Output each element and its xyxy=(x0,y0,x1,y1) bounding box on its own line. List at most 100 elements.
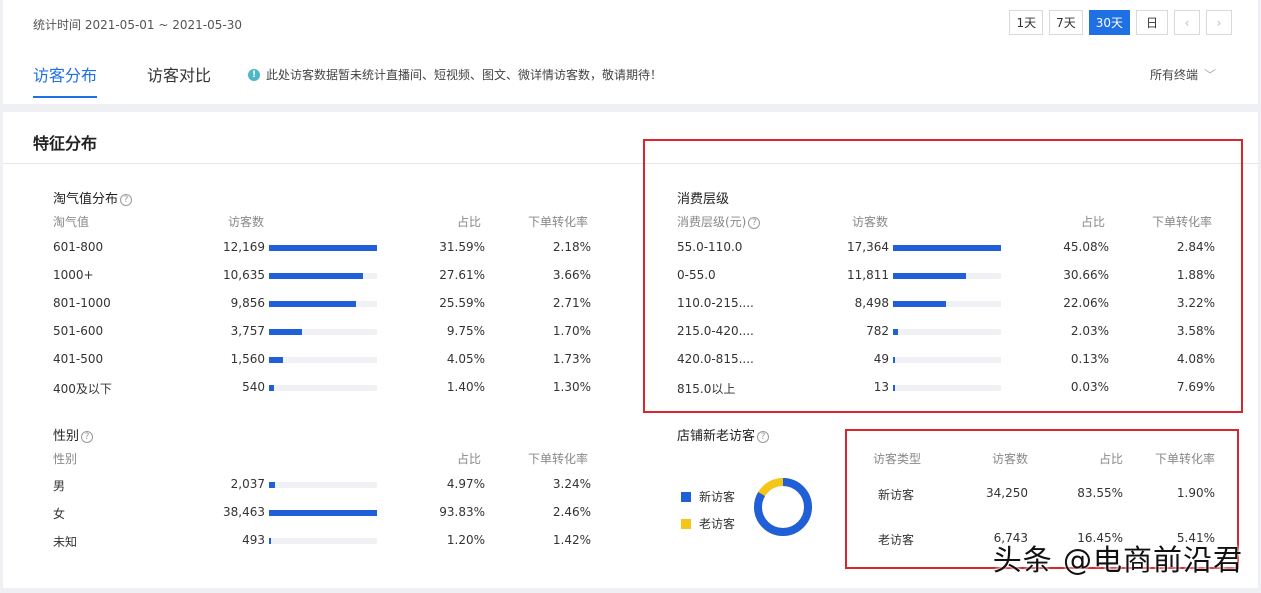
row-label: 男 xyxy=(53,477,65,494)
legend-old: 老访客 xyxy=(681,515,735,532)
chevron-left-icon[interactable]: ‹ xyxy=(1174,10,1200,35)
range-button-group: 1天 7天 30天 日 ‹ › xyxy=(1009,10,1232,35)
col-header: 下单转化率 xyxy=(1148,450,1215,467)
visitor-bar xyxy=(269,273,363,279)
legend-new: 新访客 xyxy=(681,488,735,505)
range-30day-button[interactable]: 30天 xyxy=(1089,10,1130,35)
conversion-rate: 3.22% xyxy=(1147,296,1215,310)
gender-header: 性别 占比 下单转化率 xyxy=(53,450,593,466)
conversion-rate: 4.08% xyxy=(1147,352,1215,366)
visitor-bar xyxy=(269,385,274,391)
chevron-down-icon: ﹀ xyxy=(1204,68,1216,82)
visitor-type: 新访客 xyxy=(878,486,914,503)
info-icon: ! xyxy=(248,69,260,81)
visitor-bar-track xyxy=(893,245,1001,251)
visitor-share: 83.55% xyxy=(1058,486,1123,500)
visitor-bar-track xyxy=(269,482,377,488)
col-header: 下单转化率 xyxy=(523,213,588,230)
visitor-count: 10,635 xyxy=(193,268,265,282)
table-row: 601-80012,16931.59%2.18% xyxy=(53,240,593,256)
table-row: 女38,46393.83%2.46% xyxy=(53,505,593,521)
table-row: 110.0-215....8,49822.06%3.22% xyxy=(677,296,1217,312)
conversion-rate: 2.46% xyxy=(523,505,591,519)
table-row: 401-5001,5604.05%1.73% xyxy=(53,352,593,368)
visitor-bar-track xyxy=(893,273,1001,279)
col-header: 占比 xyxy=(431,213,481,230)
visitor-bar xyxy=(269,245,377,251)
visitor-bar-track xyxy=(269,538,377,544)
col-header: 访客类型 xyxy=(873,450,921,467)
watermark: 头条 @电商前沿君 xyxy=(993,537,1243,579)
legend-swatch xyxy=(681,519,691,529)
range-1day-button[interactable]: 1天 xyxy=(1009,10,1043,35)
visitor-count: 493 xyxy=(193,533,265,547)
col-header: 淘气值 xyxy=(53,213,89,230)
tab-visitor-distribution[interactable]: 访客分布 xyxy=(33,62,97,98)
visitor-share: 45.08% xyxy=(1045,240,1109,254)
row-label: 110.0-215.... xyxy=(677,296,754,310)
help-icon[interactable]: ? xyxy=(748,217,760,229)
new-old-title: 店铺新老访客? xyxy=(677,425,769,444)
gender-title-text: 性别 xyxy=(53,429,79,444)
table-row: 400及以下5401.40%1.30% xyxy=(53,380,593,396)
visitor-share: 4.05% xyxy=(421,352,485,366)
row-label: 215.0-420.... xyxy=(677,324,754,338)
conversion-rate: 1.88% xyxy=(1147,268,1215,282)
visitor-count: 782 xyxy=(817,324,889,338)
visitor-bar xyxy=(893,385,895,391)
help-icon[interactable]: ? xyxy=(81,431,93,443)
row-label: 420.0-815.... xyxy=(677,352,754,366)
help-icon[interactable]: ? xyxy=(757,431,769,443)
row-label: 801-1000 xyxy=(53,296,111,310)
visitor-count: 2,037 xyxy=(193,477,265,491)
visitor-count: 17,364 xyxy=(817,240,889,254)
table-row: 420.0-815....490.13%4.08% xyxy=(677,352,1217,368)
visitor-count: 1,560 xyxy=(193,352,265,366)
table-row: 501-600 3,757 9.75% 1.70% xyxy=(53,324,593,340)
conversion-rate: 1.70% xyxy=(523,324,591,338)
tab-visitor-comparison[interactable]: 访客对比 xyxy=(147,62,211,98)
visitor-donut-chart xyxy=(751,475,815,539)
table-row: 55.0-110.017,36445.08%2.84% xyxy=(677,240,1217,256)
legend-label: 老访客 xyxy=(699,515,735,532)
visitor-count: 49 xyxy=(817,352,889,366)
conversion-rate: 1.73% xyxy=(523,352,591,366)
visitor-bar-track xyxy=(269,510,377,516)
visitor-share: 27.61% xyxy=(421,268,485,282)
row-label: 815.0以上 xyxy=(677,380,735,397)
visitor-share: 93.83% xyxy=(421,505,485,519)
visitor-share: 1.40% xyxy=(421,380,485,394)
visitor-bar-track xyxy=(269,385,377,391)
taoqi-title-text: 淘气值分布 xyxy=(53,192,118,207)
conversion-rate: 2.71% xyxy=(523,296,591,310)
visitor-bar-track xyxy=(269,273,377,279)
consume-header: 消费层级(元)? 访客数 占比 下单转化率 xyxy=(677,213,1217,229)
visitor-share: 22.06% xyxy=(1045,296,1109,310)
conversion-rate: 1.42% xyxy=(523,533,591,547)
table-row: 新访客 34,250 83.55% 1.90% xyxy=(873,486,1218,502)
visitor-bar xyxy=(269,510,377,516)
chevron-right-icon[interactable]: › xyxy=(1206,10,1232,35)
visitor-bar xyxy=(893,329,898,335)
visitor-count: 3,757 xyxy=(193,324,265,338)
new-old-title-text: 店铺新老访客 xyxy=(677,429,755,444)
col-header: 占比 xyxy=(431,450,481,467)
visitor-bar xyxy=(893,301,946,307)
visitor-share: 2.03% xyxy=(1045,324,1109,338)
visitor-share: 9.75% xyxy=(421,324,485,338)
visitor-bar xyxy=(269,329,302,335)
visitor-bar xyxy=(269,301,356,307)
visitor-bar xyxy=(269,357,283,363)
row-label: 501-600 xyxy=(53,324,103,338)
table-row: 未知4931.20%1.42% xyxy=(53,533,593,549)
conversion-rate: 2.18% xyxy=(523,240,591,254)
terminal-select-label: 所有终端 xyxy=(1150,68,1198,82)
range-7day-button[interactable]: 7天 xyxy=(1049,10,1083,35)
table-row: 0-55.011,81130.66%1.88% xyxy=(677,268,1217,284)
help-icon[interactable]: ? xyxy=(120,194,132,206)
conversion-rate: 1.90% xyxy=(1148,486,1215,500)
range-day-button[interactable]: 日 xyxy=(1136,10,1168,35)
tab-bar: 访客分布 访客对比 xyxy=(33,62,211,98)
terminal-select[interactable]: 所有终端 ﹀ xyxy=(1150,66,1216,83)
visitor-bar-track xyxy=(269,301,377,307)
